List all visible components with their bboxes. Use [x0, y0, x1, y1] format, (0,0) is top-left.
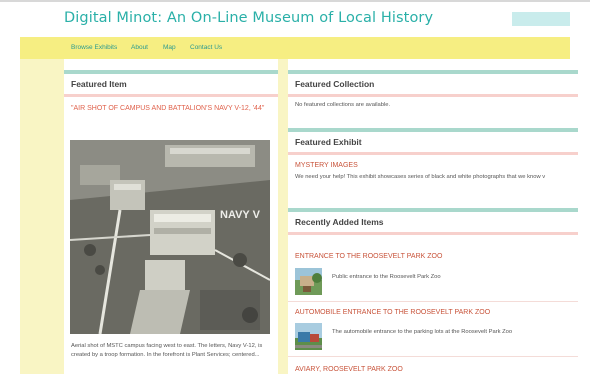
recent-items-panel: Recently Added Items ENTRANCE TO THE ROO…: [288, 208, 578, 374]
image-caption-text: NAVY V: [220, 209, 261, 221]
panel-divider: [288, 232, 578, 235]
recent-item-thumbnail[interactable]: [295, 323, 322, 350]
recent-item-title[interactable]: AUTOMOBILE ENTRANCE TO THE ROOSEVELT PAR…: [295, 309, 490, 316]
main-nav: Browse Exhibits About Map Contact Us: [20, 37, 570, 59]
recent-item-description: The automobile entrance to the parking l…: [332, 329, 513, 335]
aerial-photo: NAVY V: [70, 140, 270, 334]
recent-item-description: Public entrance to the Roosevelt Park Zo…: [332, 274, 441, 280]
featured-item-image[interactable]: NAVY V: [70, 140, 270, 334]
recent-item-thumbnail[interactable]: [295, 268, 322, 295]
recent-item-title[interactable]: AVIARY, ROOSEVELT PARK ZOO: [295, 366, 403, 373]
nav-map[interactable]: Map: [163, 44, 176, 51]
nav-contact-us[interactable]: Contact Us: [190, 44, 222, 51]
featured-exhibit-title[interactable]: MYSTERY IMAGES: [288, 155, 578, 169]
search-input[interactable]: [512, 12, 570, 26]
featured-exhibit-panel: Featured Exhibit MYSTERY IMAGES We need …: [288, 128, 578, 200]
top-border: [0, 0, 590, 2]
recent-item: ENTRANCE TO THE ROOSEVELT PARK ZOO Publi…: [288, 248, 578, 302]
recent-item: AUTOMOBILE ENTRANCE TO THE ROOSEVELT PAR…: [288, 303, 578, 357]
nav-browse-exhibits[interactable]: Browse Exhibits: [71, 44, 117, 51]
center-gutter: [278, 59, 288, 374]
row-separator: [288, 301, 578, 302]
featured-exhibit-text: We need your help! This exhibit showcase…: [295, 174, 546, 180]
recent-item: AVIARY, ROOSEVELT PARK ZOO: [288, 358, 578, 374]
left-side-band: [20, 59, 64, 374]
featured-item-description: Aerial shot of MSTC campus facing west t…: [71, 343, 263, 358]
recent-items-heading: Recently Added Items: [295, 217, 384, 227]
featured-collection-heading: Featured Collection: [295, 79, 375, 89]
featured-item-heading: Featured Item: [71, 79, 127, 89]
recent-item-title[interactable]: ENTRANCE TO THE ROOSEVELT PARK ZOO: [295, 253, 442, 260]
featured-item-title[interactable]: "AIR SHOT OF CAMPUS AND BATTALION'S NAVY…: [64, 97, 278, 114]
nav-about[interactable]: About: [131, 44, 148, 51]
featured-exhibit-heading: Featured Exhibit: [295, 137, 362, 147]
featured-collection-panel: Featured Collection No featured collecti…: [288, 70, 578, 122]
featured-collection-text: No featured collections are available.: [295, 102, 391, 108]
row-separator: [288, 356, 578, 357]
site-title[interactable]: Digital Minot: An On-Line Museum of Loca…: [64, 10, 433, 26]
featured-item-panel: Featured Item "AIR SHOT OF CAMPUS AND BA…: [64, 70, 278, 374]
